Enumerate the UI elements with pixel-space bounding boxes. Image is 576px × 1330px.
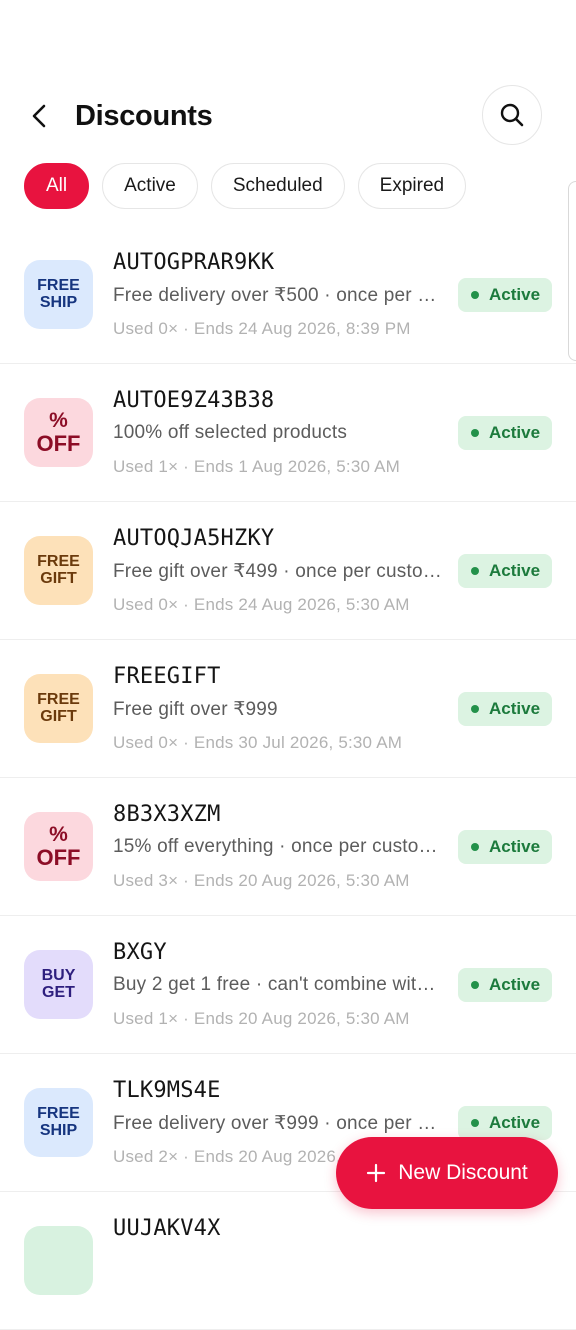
status-label: Active xyxy=(489,423,541,442)
badge-line-2: GIFT xyxy=(40,569,77,587)
status-dot-icon xyxy=(471,567,479,575)
status-badge: Active xyxy=(458,554,552,588)
badge-line-2: OFF xyxy=(36,430,81,456)
status-dot-icon xyxy=(471,1119,479,1127)
badge-line-1: FREE xyxy=(37,1104,80,1122)
discount-meta: Used 0× · Ends 24 Aug 2026, 5:30 AM xyxy=(113,595,410,614)
status-dot-icon xyxy=(471,981,479,989)
badge-line-2: GET xyxy=(42,983,75,1001)
search-button[interactable] xyxy=(482,85,542,145)
discount-description: 15% off everything · once per customer xyxy=(113,836,443,857)
free-gift-badge: FREE GIFT xyxy=(24,674,93,743)
badge-line-1: FREE xyxy=(37,690,80,708)
discount-code: AUTOQJA5HZKY xyxy=(113,526,275,551)
new-discount-button[interactable]: New Discount xyxy=(336,1137,558,1209)
badge-line-1: % xyxy=(49,822,68,846)
badge-line-2: OFF xyxy=(36,844,81,870)
discount-row[interactable]: FREE SHIP AUTOGPRAR9KK Free delivery ove… xyxy=(0,226,576,364)
discount-row[interactable]: FREE GIFT FREEGIFT Free gift over ₹999 U… xyxy=(0,640,576,778)
discount-code: BXGY xyxy=(113,940,167,965)
status-label: Active xyxy=(489,837,541,856)
badge-line-1: BUY xyxy=(41,966,76,984)
filter-chip-active[interactable]: Active xyxy=(102,163,198,209)
page-title: Discounts xyxy=(75,100,213,132)
status-badge: Active xyxy=(458,830,552,864)
discount-code: UUJAKV4X xyxy=(113,1216,221,1241)
free-ship-badge: FREE SHIP xyxy=(24,260,93,329)
status-dot-icon xyxy=(471,429,479,437)
free-gift-badge: FREE GIFT xyxy=(24,536,93,605)
status-dot-icon xyxy=(471,843,479,851)
badge-line-1: FREE xyxy=(37,276,80,294)
discount-meta: Used 3× · Ends 20 Aug 2026, 5:30 AM xyxy=(113,871,410,890)
discount-row[interactable]: BUY GET BXGY Buy 2 get 1 free · can't co… xyxy=(0,916,576,1054)
status-badge: Active xyxy=(458,1106,552,1140)
status-badge: Active xyxy=(458,692,552,726)
status-label: Active xyxy=(489,699,541,718)
status-label: Active xyxy=(489,975,541,994)
discount-row[interactable]: UUJAKV4X xyxy=(0,1192,576,1330)
status-label: Active xyxy=(489,1113,541,1132)
status-label: Active xyxy=(489,285,541,304)
discount-code: FREEGIFT xyxy=(113,664,221,689)
new-discount-label: New Discount xyxy=(398,1161,528,1184)
badge-line-1: % xyxy=(49,408,68,432)
discount-row[interactable]: FREE GIFT AUTOQJA5HZKY Free gift over ₹4… xyxy=(0,502,576,640)
filter-chip-all[interactable]: All xyxy=(24,163,90,209)
discount-description: Free delivery over ₹999 · once per custo… xyxy=(113,1113,443,1134)
filter-chip-scheduled[interactable]: Scheduled xyxy=(210,163,345,209)
filter-chip-expired[interactable]: Expired xyxy=(357,163,467,209)
status-badge: Active xyxy=(458,416,552,450)
discount-code: AUTOE9Z43B38 xyxy=(113,388,275,413)
app-header: Discounts xyxy=(0,0,576,150)
discount-description: Free gift over ₹499 · once per customer xyxy=(113,561,443,582)
buy-get-badge: BUY GET xyxy=(24,950,93,1019)
discount-description: 100% off selected products xyxy=(113,422,348,443)
discount-code: AUTOGPRAR9KK xyxy=(113,250,275,275)
search-icon xyxy=(500,103,524,127)
badge-line-2: SHIP xyxy=(39,293,78,311)
back-button[interactable] xyxy=(22,96,58,136)
free-ship-badge: FREE SHIP xyxy=(24,1088,93,1157)
status-badge: Active xyxy=(458,968,552,1002)
status-badge: Active xyxy=(458,278,552,312)
chevron-left-icon xyxy=(32,104,46,128)
badge-line-2: SHIP xyxy=(39,1121,78,1139)
plus-icon xyxy=(366,1163,386,1183)
discount-description: Buy 2 get 1 free · can't combine with ot… xyxy=(113,974,443,995)
discount-meta: Used 0× · Ends 30 Jul 2026, 5:30 AM xyxy=(113,733,403,752)
percent-off-badge: % OFF xyxy=(24,398,93,467)
status-label: Active xyxy=(489,561,541,580)
badge-line-2: GIFT xyxy=(40,707,77,725)
discount-meta: Used 1× · Ends 1 Aug 2026, 5:30 AM xyxy=(113,457,401,476)
status-dot-icon xyxy=(471,291,479,299)
discount-meta: Used 0× · Ends 24 Aug 2026, 8:39 PM xyxy=(113,319,411,338)
badge-line-1: FREE xyxy=(37,552,80,570)
filter-chips: All Active Scheduled Expired xyxy=(24,163,467,209)
discount-description: Free gift over ₹999 xyxy=(113,699,278,720)
percent-off-badge: % OFF xyxy=(24,812,93,881)
discount-description: Free delivery over ₹500 · once per custo… xyxy=(113,285,443,306)
discount-code: TLK9MS4E xyxy=(113,1078,221,1103)
discount-badge xyxy=(24,1226,93,1295)
discount-row[interactable]: % OFF AUTOE9Z43B38 100% off selected pro… xyxy=(0,364,576,502)
discount-meta: Used 1× · Ends 20 Aug 2026, 5:30 AM xyxy=(113,1009,410,1028)
discount-code: 8B3X3XZM xyxy=(113,802,221,827)
discount-row[interactable]: % OFF 8B3X3XZM 15% off everything · once… xyxy=(0,778,576,916)
status-dot-icon xyxy=(471,705,479,713)
